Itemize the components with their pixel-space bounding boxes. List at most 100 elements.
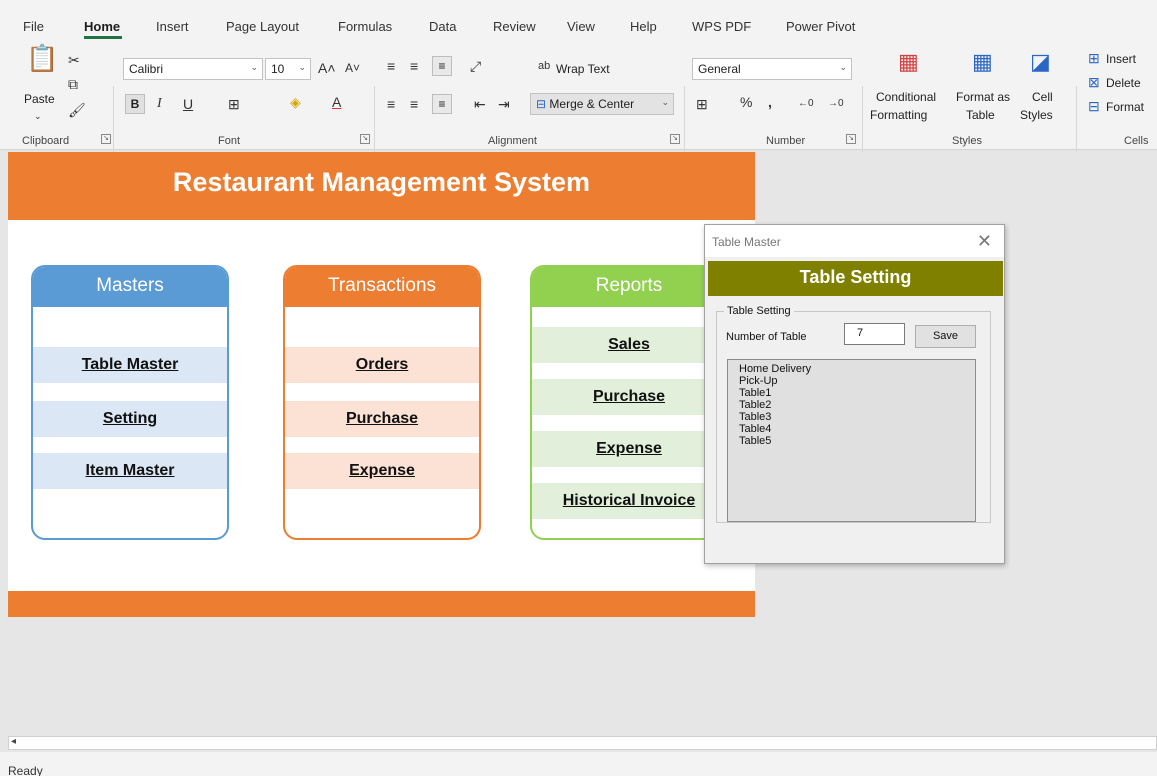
paste-button[interactable]: Paste xyxy=(24,92,55,106)
font-color-icon[interactable]: A xyxy=(332,94,341,110)
insert-cells-button[interactable]: Insert xyxy=(1106,52,1136,66)
paste-icon[interactable]: 📋 xyxy=(26,45,58,71)
tab-formulas[interactable]: Formulas xyxy=(338,19,392,34)
tab-file[interactable]: File xyxy=(23,19,44,34)
number-format-combo[interactable]: General ⌄ xyxy=(692,58,852,80)
dialog-launcher-icon[interactable]: ↘ xyxy=(846,134,856,144)
masters-item-setting[interactable]: Setting xyxy=(33,401,227,437)
close-icon[interactable]: ✕ xyxy=(977,231,992,252)
list-item[interactable]: Pick-Up xyxy=(739,375,964,387)
decrease-indent-icon[interactable]: ⇤ xyxy=(474,96,486,112)
tab-power-pivot[interactable]: Power Pivot xyxy=(786,19,855,34)
tab-home[interactable]: Home xyxy=(84,19,120,34)
align-middle-icon[interactable]: ≡ xyxy=(410,58,418,74)
format-as-table-button[interactable]: Format as xyxy=(956,90,1010,104)
scroll-left-icon[interactable]: ◂ xyxy=(11,736,16,747)
reports-item-sales[interactable]: Sales xyxy=(532,327,726,363)
tab-page-layout[interactable]: Page Layout xyxy=(226,19,299,34)
delete-cells-button[interactable]: Delete xyxy=(1106,76,1141,90)
copy-icon[interactable]: ⧉ xyxy=(68,76,78,92)
tab-data[interactable]: Data xyxy=(429,19,456,34)
bold-icon[interactable]: B xyxy=(125,94,145,114)
conditional-formatting-icon[interactable]: ▦ xyxy=(898,51,919,73)
format-as-table-sub[interactable]: Table xyxy=(966,108,995,122)
decrease-font-icon[interactable]: A˅ xyxy=(345,60,360,76)
increase-indent-icon[interactable]: ⇥ xyxy=(498,96,510,112)
align-left-icon[interactable]: ≡ xyxy=(387,96,395,112)
table-listbox[interactable]: Home Delivery Pick-Up Table1 Table2 Tabl… xyxy=(727,359,976,522)
cell-styles-button[interactable]: Cell xyxy=(1032,90,1053,104)
masters-item-item-master[interactable]: Item Master xyxy=(33,453,227,489)
comma-style-icon[interactable]: , xyxy=(768,94,772,110)
chevron-down-icon: ⌄ xyxy=(661,97,669,107)
dialog-titlebar[interactable]: Table Master ✕ xyxy=(705,225,1004,257)
reports-item-expense[interactable]: Expense xyxy=(532,431,726,467)
increase-decimal-icon[interactable]: ←0 xyxy=(798,96,814,112)
page-title: Restaurant Management System xyxy=(8,152,755,220)
sheet-gutter xyxy=(0,150,8,736)
save-button[interactable]: Save xyxy=(915,325,976,348)
number-format-value: General xyxy=(698,62,741,76)
list-item[interactable]: Table1 xyxy=(739,387,964,399)
list-item[interactable]: Table4 xyxy=(739,423,964,435)
empty-sheet-area-bottom xyxy=(8,617,755,730)
conditional-formatting-button[interactable]: Conditional xyxy=(876,90,936,104)
tab-wps-pdf[interactable]: WPS PDF xyxy=(692,19,751,34)
reports-item-historical-invoice[interactable]: Historical Invoice xyxy=(532,483,726,519)
format-cells-icon[interactable]: ⊟ xyxy=(1088,98,1100,114)
font-name-combo[interactable]: Calibri ⌄ xyxy=(123,58,263,80)
cell-styles-icon[interactable]: ◪ xyxy=(1030,51,1051,73)
number-of-table-input[interactable]: 7 xyxy=(844,323,905,345)
decrease-decimal-icon[interactable]: →0 xyxy=(828,96,844,112)
format-cells-button[interactable]: Format xyxy=(1106,100,1144,114)
chevron-down-icon[interactable]: ⌄ xyxy=(34,108,42,124)
tab-help[interactable]: Help xyxy=(630,19,657,34)
transactions-card: Transactions Orders Purchase Expense xyxy=(283,265,481,540)
transactions-item-orders[interactable]: Orders xyxy=(285,347,479,383)
list-item[interactable]: Table2 xyxy=(739,399,964,411)
cell-styles-sub[interactable]: Styles xyxy=(1020,108,1053,122)
wrap-text-icon[interactable]: ab xyxy=(538,58,550,74)
tab-insert[interactable]: Insert xyxy=(156,19,189,34)
dialog-launcher-icon[interactable]: ↘ xyxy=(101,134,111,144)
italic-icon[interactable]: I xyxy=(157,96,162,112)
borders-icon[interactable]: ⊞ xyxy=(228,96,240,112)
reports-item-purchase[interactable]: Purchase xyxy=(532,379,726,415)
wrap-text-button[interactable]: Wrap Text xyxy=(556,62,610,76)
reports-card: Reports Sales Purchase Expense Historica… xyxy=(530,265,728,540)
delete-cells-icon[interactable]: ⊠ xyxy=(1088,74,1100,90)
align-center-icon[interactable]: ≡ xyxy=(410,96,418,112)
format-as-table-icon[interactable]: ▦ xyxy=(972,51,993,73)
masters-item-table-master[interactable]: Table Master xyxy=(33,347,227,383)
horizontal-scrollbar[interactable]: ◂ xyxy=(8,736,1157,750)
list-item[interactable]: Table3 xyxy=(739,411,964,423)
tab-review[interactable]: Review xyxy=(493,19,536,34)
increase-font-icon[interactable]: A˄ xyxy=(318,60,336,76)
styles-group-label: Styles xyxy=(952,135,982,147)
format-painter-icon[interactable]: 🖌 xyxy=(68,102,86,118)
align-bottom-icon[interactable]: ≡ xyxy=(432,56,452,76)
dialog-launcher-icon[interactable]: ↘ xyxy=(360,134,370,144)
accounting-format-icon[interactable]: ⊞ xyxy=(696,96,708,112)
insert-cells-icon[interactable]: ⊞ xyxy=(1088,50,1100,66)
cut-icon[interactable]: ✂ xyxy=(68,52,80,68)
dialog-launcher-icon[interactable]: ↘ xyxy=(670,134,680,144)
transactions-item-expense[interactable]: Expense xyxy=(285,453,479,489)
transactions-item-purchase[interactable]: Purchase xyxy=(285,401,479,437)
align-right-icon[interactable]: ≡ xyxy=(432,94,452,114)
conditional-formatting-sub[interactable]: Formatting xyxy=(870,108,927,122)
fill-color-icon[interactable]: ◈ xyxy=(290,94,301,110)
underline-icon[interactable]: U xyxy=(183,96,193,112)
tab-view[interactable]: View xyxy=(567,19,595,34)
cells-group-label: Cells xyxy=(1124,135,1149,147)
list-item[interactable]: Table5 xyxy=(739,435,964,447)
excel-window: File Home Insert Page Layout Formulas Da… xyxy=(0,0,1157,776)
orientation-icon[interactable]: ⤢ xyxy=(470,58,481,74)
merge-center-button[interactable]: ⊟ Merge & Center ⌄ xyxy=(530,93,674,115)
font-name-value: Calibri xyxy=(129,62,164,76)
align-top-icon[interactable]: ≡ xyxy=(387,58,395,74)
font-size-combo[interactable]: 10 ⌄ xyxy=(265,58,311,80)
percent-icon[interactable]: % xyxy=(740,94,752,110)
list-item[interactable]: Home Delivery xyxy=(739,363,964,375)
status-text: Ready xyxy=(8,764,43,776)
